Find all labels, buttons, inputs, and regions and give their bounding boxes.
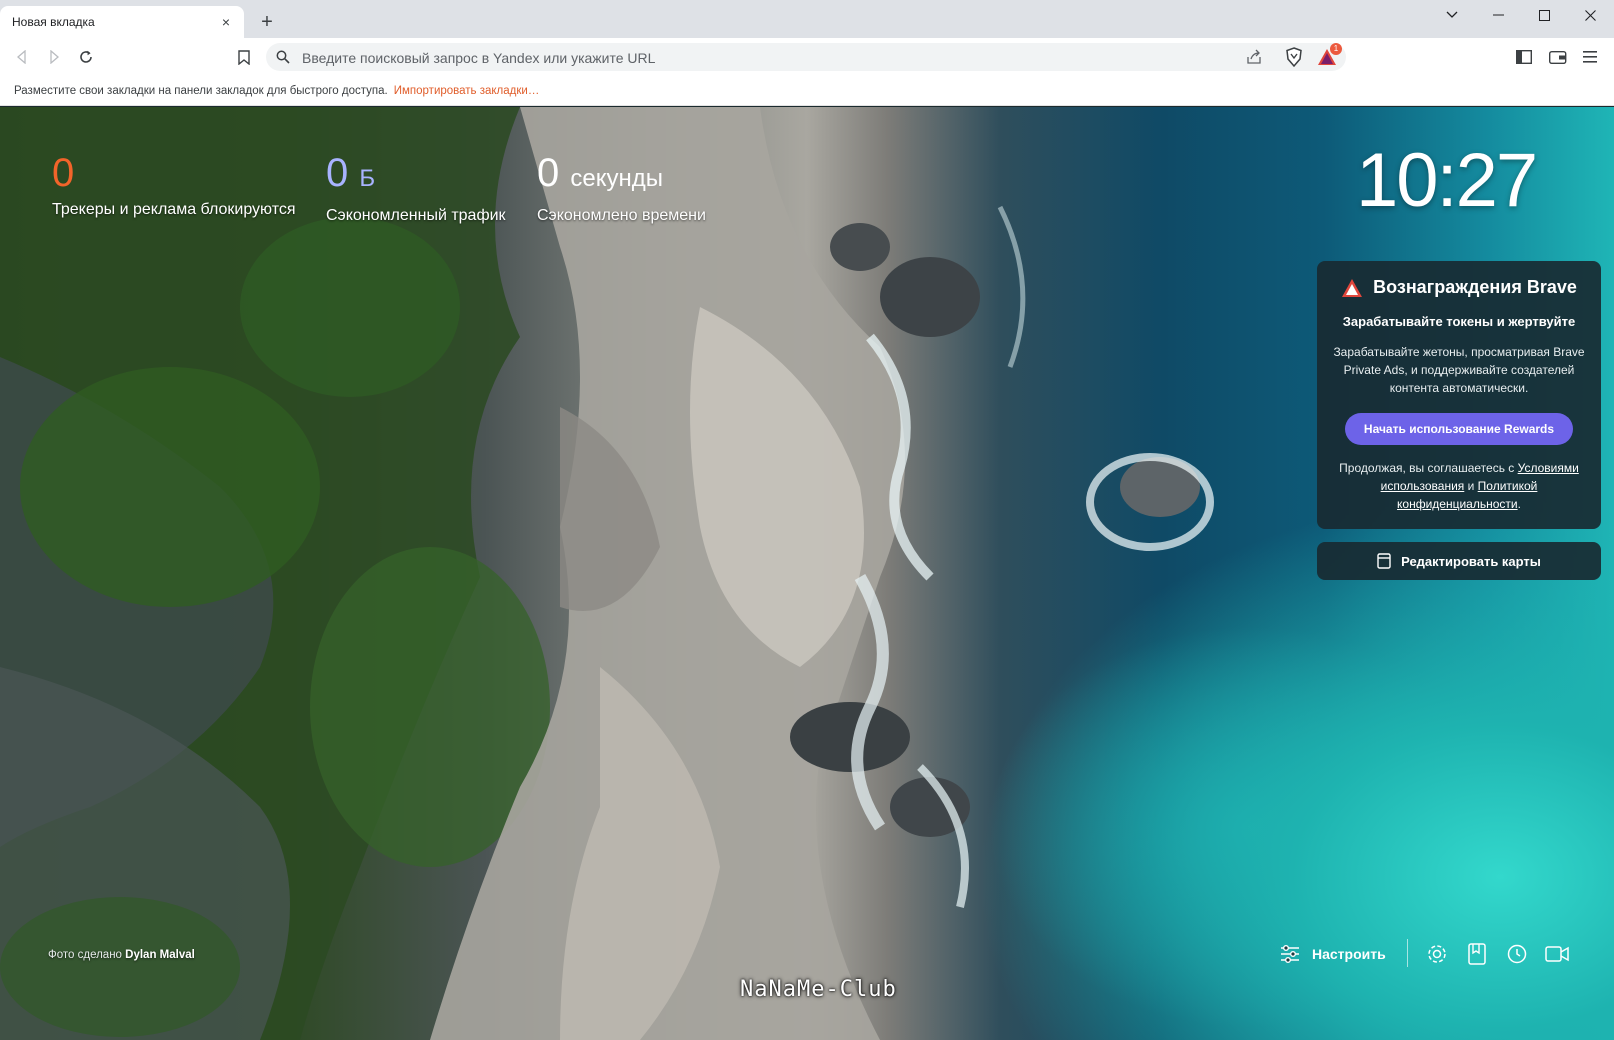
time-unit: секунды — [570, 165, 663, 192]
tab-strip: Новая вкладка × + — [0, 0, 1614, 38]
bookmarks-bar: Разместите свои закладки на панели закла… — [0, 76, 1614, 106]
legal-and: и — [1467, 479, 1475, 493]
bandwidth-label: Сэкономленный трафик — [326, 207, 506, 224]
rewards-card: Вознаграждения Brave Зарабатывайте токен… — [1317, 261, 1601, 529]
reload-icon[interactable] — [74, 45, 98, 69]
customize-label: Настроить — [1312, 946, 1386, 962]
bookmarks-manager-icon[interactable] — [1463, 940, 1491, 968]
edit-cards-button[interactable]: Редактировать карты — [1317, 542, 1601, 580]
tab-new-tab[interactable]: Новая вкладка × — [0, 6, 244, 38]
legal-suffix: . — [1517, 497, 1521, 511]
bandwidth-stat: 0 Б Сэкономленный трафик — [326, 151, 506, 225]
new-tab-page: 0 Трекеры и реклама блокируются 0 Б Сэко… — [0, 107, 1614, 1040]
rewards-subtitle: Зарабатывайте токены и жертвуйте — [1342, 314, 1576, 329]
tab-search-chevron-icon[interactable] — [1429, 0, 1475, 30]
close-tab-icon[interactable]: × — [218, 14, 234, 30]
maximize-icon[interactable] — [1521, 0, 1567, 30]
rewards-description: Зарабатывайте жетоны, просматривая Brave… — [1333, 345, 1585, 395]
start-rewards-button[interactable]: Начать использование Rewards — [1345, 413, 1573, 445]
rewards-badge: 1 — [1330, 43, 1342, 55]
back-icon[interactable] — [10, 45, 34, 69]
legal-prefix: Продолжая, вы соглашаетесь с — [1339, 461, 1515, 475]
share-icon[interactable] — [1246, 49, 1262, 70]
search-icon — [276, 50, 290, 69]
bandwidth-count: 0 — [326, 151, 349, 195]
bandwidth-unit: Б — [359, 165, 376, 192]
rewards-legal: Продолжая, вы соглашаетесь с Условиями и… — [1329, 459, 1589, 513]
customize-button[interactable]: Настроить — [1280, 937, 1386, 971]
wallet-icon[interactable] — [1546, 45, 1570, 69]
bookmark-icon[interactable] — [232, 45, 256, 69]
watermark: NaNaMe-Club — [740, 977, 897, 1002]
address-input[interactable] — [300, 43, 1184, 73]
sidebar-icon[interactable] — [1512, 45, 1536, 69]
edit-cards-icon — [1377, 553, 1391, 569]
rewards-title: Вознаграждения Brave — [1373, 277, 1577, 297]
tools-divider — [1407, 939, 1408, 967]
brave-rewards-icon[interactable]: 1 — [1316, 43, 1342, 69]
forward-icon[interactable] — [42, 45, 66, 69]
menu-icon[interactable] — [1578, 45, 1602, 69]
edit-cards-label: Редактировать карты — [1401, 553, 1541, 569]
trackers-label: Трекеры и реклама блокируются — [52, 201, 296, 218]
trackers-stat: 0 Трекеры и реклама блокируются — [52, 151, 296, 219]
minimize-icon[interactable] — [1475, 0, 1521, 30]
photo-credit: Фото сделано Dylan Malval — [48, 949, 195, 961]
time-count: 0 — [537, 151, 560, 195]
settings-gear-icon[interactable] — [1423, 940, 1451, 968]
new-tab-button[interactable]: + — [256, 11, 278, 33]
photo-credit-author[interactable]: Dylan Malval — [125, 949, 195, 961]
brave-shields-icon[interactable] — [1282, 45, 1306, 69]
address-bar[interactable] — [266, 43, 1346, 73]
trackers-count: 0 — [52, 151, 75, 195]
brave-talk-video-icon[interactable] — [1543, 940, 1571, 968]
bookmarks-bar-message: Разместите свои закладки на панели закла… — [14, 84, 388, 97]
history-icon[interactable] — [1503, 940, 1531, 968]
close-window-icon[interactable] — [1567, 0, 1613, 30]
photo-credit-prefix: Фото сделано — [48, 949, 122, 961]
toolbar: 1 — [0, 38, 1614, 76]
clock: 10:27 — [1356, 138, 1538, 223]
time-stat: 0 секунды Сэкономлено времени — [537, 151, 706, 225]
import-bookmarks-link[interactable]: Импортировать закладки… — [394, 85, 540, 97]
customize-sliders-icon — [1281, 945, 1299, 963]
brave-rewards-logo-icon — [1342, 278, 1363, 297]
tab-title: Новая вкладка — [12, 15, 95, 29]
time-label: Сэкономлено времени — [537, 207, 706, 224]
